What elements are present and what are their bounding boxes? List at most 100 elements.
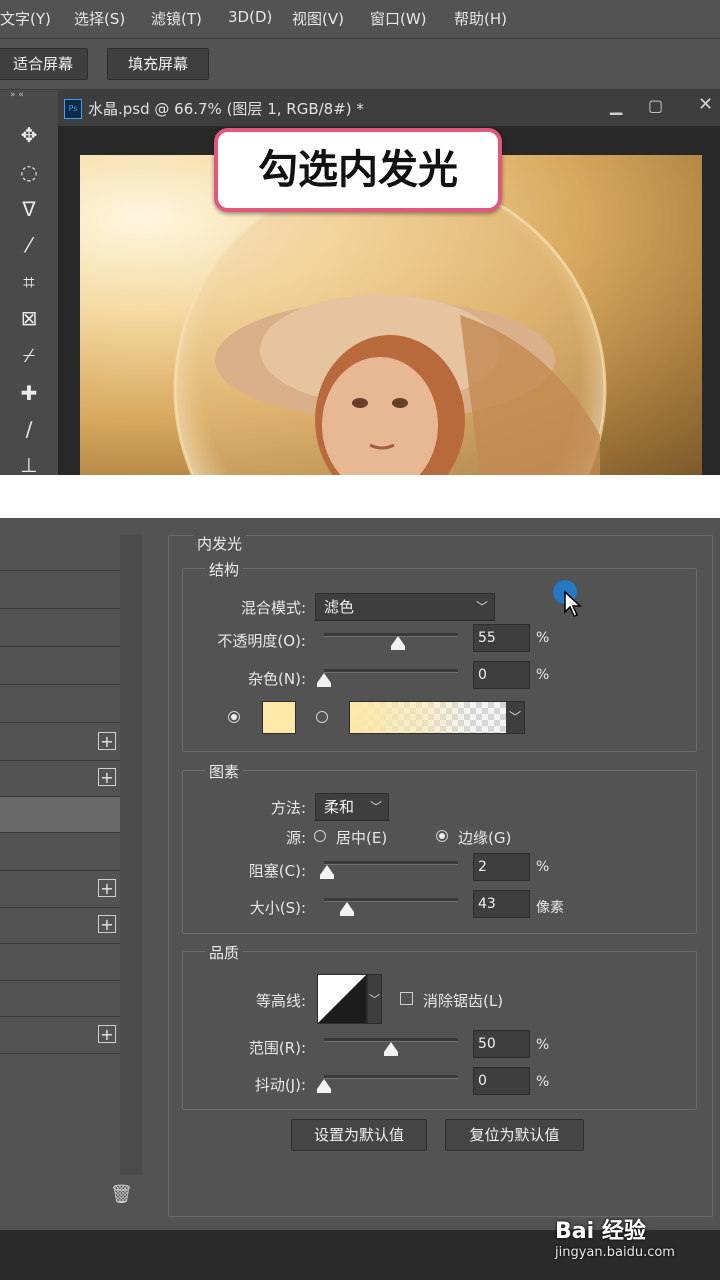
stamp-icon[interactable]: ⊥ <box>12 450 46 475</box>
style-row[interactable]: + <box>0 725 120 761</box>
opacity-slider-thumb[interactable] <box>390 636 405 650</box>
fill-screen-button[interactable]: 填充屏幕 <box>107 48 209 80</box>
range-slider-thumb[interactable] <box>384 1042 398 1056</box>
style-row[interactable] <box>0 945 120 981</box>
opacity-input[interactable]: 55 <box>473 624 530 652</box>
brush-icon[interactable]: ∕ <box>12 414 46 444</box>
cursor-icon <box>564 590 582 617</box>
minimize-icon[interactable]: ▁ <box>610 96 626 116</box>
method-select[interactable]: 柔和 ﹀ <box>315 793 389 821</box>
frame-icon[interactable]: ⊠ <box>12 303 46 333</box>
size-input[interactable]: 43 <box>473 890 530 918</box>
fit-screen-button[interactable]: 适合屏幕 <box>0 48 88 80</box>
style-row[interactable]: + <box>0 1018 120 1054</box>
menu-bar: 文字(Y) 选择(S) 滤镜(T) 3D(D) 视图(V) 窗口(W) 帮助(H… <box>0 0 720 39</box>
noise-input[interactable]: 0 <box>473 661 530 689</box>
panel-title: 内发光 <box>193 533 247 554</box>
reset-default-button[interactable]: 复位为默认值 <box>445 1119 584 1151</box>
size-slider-thumb[interactable] <box>339 902 354 916</box>
menu-select[interactable]: 选择(S) <box>74 8 125 29</box>
range-label: 范围(R): <box>248 1039 306 1057</box>
antialias-checkbox[interactable] <box>400 992 413 1005</box>
jitter-input[interactable]: 0 <box>473 1067 530 1095</box>
style-row[interactable] <box>0 835 120 871</box>
contour-curve-icon <box>318 975 366 1023</box>
jitter-unit: % <box>536 1074 550 1090</box>
photoshop-window: 文字(Y) 选择(S) 滤镜(T) 3D(D) 视图(V) 窗口(W) 帮助(H… <box>0 0 720 475</box>
style-row[interactable]: + <box>0 872 120 908</box>
choke-input[interactable]: 2 <box>473 853 530 881</box>
magic-wand-icon[interactable]: ⁄ <box>12 230 46 260</box>
style-row[interactable]: + <box>0 908 120 944</box>
healing-icon[interactable]: ✚ <box>12 378 46 408</box>
source-edge-label[interactable]: 边缘(G) <box>458 827 511 848</box>
marquee-icon[interactable]: ◌ <box>12 157 46 187</box>
structure-title: 结构 <box>205 559 244 580</box>
style-row[interactable] <box>0 981 120 1017</box>
collapse-icon[interactable]: » « <box>10 90 50 100</box>
menu-window[interactable]: 窗口(W) <box>370 8 427 29</box>
blend-mode-value: 滤色 <box>324 598 355 616</box>
antialias-label[interactable]: 消除锯齿(L) <box>423 990 503 1011</box>
style-list: + + + + + <box>0 535 120 1175</box>
trash-icon[interactable]: 🗑 <box>110 1184 133 1206</box>
style-row[interactable] <box>0 611 120 647</box>
plus-icon[interactable]: + <box>98 1025 116 1043</box>
menu-help[interactable]: 帮助(H) <box>454 8 507 29</box>
plus-icon[interactable]: + <box>98 915 116 933</box>
white-separator <box>0 475 720 518</box>
document-tab[interactable]: 水晶.psd @ 66.7% (图层 1, RGB/8#) * <box>88 98 364 119</box>
source-center-label[interactable]: 居中(E) <box>336 827 387 848</box>
size-unit: 像素 <box>536 900 564 916</box>
chevron-down-icon[interactable]: ﹀ <box>506 702 524 733</box>
set-default-button[interactable]: 设置为默认值 <box>291 1119 427 1151</box>
gradient-picker[interactable]: ﹀ <box>349 701 525 734</box>
jitter-slider[interactable] <box>324 1075 458 1079</box>
gradient-radio[interactable] <box>316 711 328 723</box>
jitter-label: 抖动(J): <box>254 1076 306 1094</box>
solid-color-radio[interactable] <box>228 711 240 723</box>
opacity-unit: % <box>536 630 550 646</box>
noise-unit: % <box>536 667 550 683</box>
menu-filter[interactable]: 滤镜(T) <box>151 8 202 29</box>
source-edge-radio[interactable] <box>436 830 448 842</box>
style-row[interactable] <box>0 649 120 685</box>
noise-slider-thumb[interactable] <box>317 673 331 687</box>
crop-icon[interactable]: ⌗ <box>12 267 46 297</box>
method-value: 柔和 <box>324 798 355 816</box>
range-input[interactable]: 50 <box>473 1030 530 1058</box>
blend-mode-select[interactable]: 滤色 ﹀ <box>315 593 495 621</box>
quality-title: 品质 <box>205 942 244 963</box>
move-icon[interactable]: ✥ <box>12 120 46 150</box>
style-list-scrollbar[interactable] <box>120 535 142 1175</box>
style-row[interactable] <box>0 535 120 571</box>
menu-type[interactable]: 文字(Y) <box>0 8 51 29</box>
choke-unit: % <box>536 859 550 875</box>
contour-label: 等高线: <box>255 992 306 1010</box>
source-center-radio[interactable] <box>314 830 326 842</box>
plus-icon[interactable]: + <box>98 768 116 786</box>
noise-slider[interactable] <box>324 669 458 673</box>
eyedropper-icon[interactable]: ⌿ <box>12 340 46 370</box>
chevron-down-icon[interactable]: ﹀ <box>367 974 382 1024</box>
style-row[interactable]: + <box>0 761 120 797</box>
close-icon[interactable]: ✕ <box>698 94 718 115</box>
plus-icon[interactable]: + <box>98 879 116 897</box>
menu-3d[interactable]: 3D(D) <box>228 8 272 26</box>
choke-label: 阻塞(C): <box>248 862 306 880</box>
style-row[interactable] <box>0 573 120 609</box>
plus-icon[interactable]: + <box>98 732 116 750</box>
method-label: 方法: <box>270 799 306 817</box>
tools-panel: » « ✥ ◌ ᐁ ⁄ ⌗ ⊠ ⌿ ✚ ∕ ⊥ <box>0 90 59 475</box>
lasso-icon[interactable]: ᐁ <box>12 194 46 224</box>
style-row-inner-glow-selected[interactable] <box>0 797 120 833</box>
menu-view[interactable]: 视图(V) <box>292 8 344 29</box>
style-row[interactable] <box>0 687 120 723</box>
chevron-down-icon: ﹀ <box>369 800 382 814</box>
choke-slider-thumb[interactable] <box>319 865 334 879</box>
contour-preview[interactable] <box>317 974 367 1024</box>
glow-color-swatch[interactable] <box>262 701 296 734</box>
maximize-icon[interactable]: ▢ <box>648 96 668 116</box>
jitter-slider-thumb[interactable] <box>317 1079 331 1093</box>
choke-slider[interactable] <box>324 861 458 865</box>
